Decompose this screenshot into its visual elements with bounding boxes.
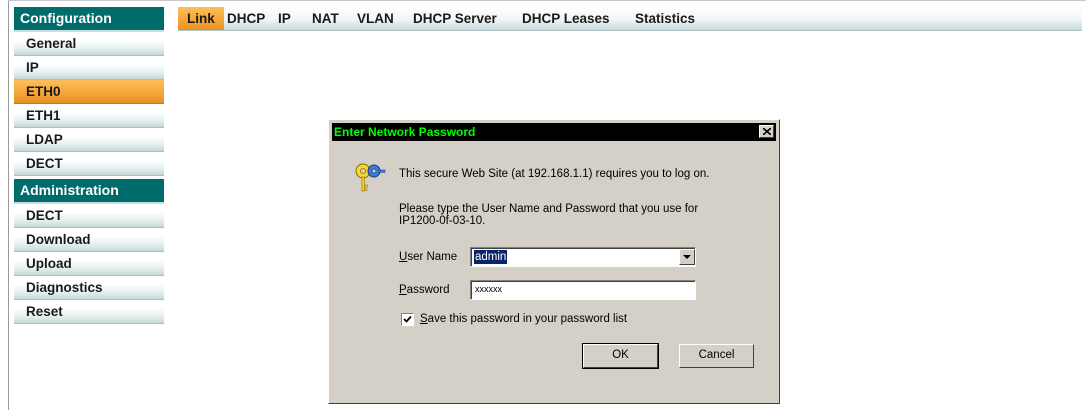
page-frame-top xyxy=(8,0,1086,1)
username-label: User Name xyxy=(399,251,458,263)
network-password-dialog: Enter Network Password This secure Web S… xyxy=(328,119,780,404)
sidebar-item-diagnostics[interactable]: Diagnostics xyxy=(14,276,164,300)
sidebar-item-dect-admin[interactable]: DECT xyxy=(14,204,164,228)
dialog-instruction-1: Please type the User Name and Password t… xyxy=(399,203,699,215)
configuration-header: Configuration xyxy=(14,7,164,32)
dialog-titlebar[interactable]: Enter Network Password xyxy=(332,123,776,141)
chevron-down-icon xyxy=(683,255,691,259)
sidebar-item-eth0[interactable]: ETH0 xyxy=(14,80,164,104)
sidebar-item-general[interactable]: General xyxy=(14,32,164,56)
sidebar-item-ip[interactable]: IP xyxy=(14,56,164,80)
password-field[interactable]: xxxxxx xyxy=(470,280,696,300)
dialog-title: Enter Network Password xyxy=(334,125,476,139)
sidebar-item-reset[interactable]: Reset xyxy=(14,300,164,324)
checkmark-icon xyxy=(403,315,412,323)
close-icon xyxy=(763,128,771,135)
save-password-checkbox[interactable] xyxy=(401,313,414,326)
tab-bar: Link DHCP IP NAT VLAN DHCP Server DHCP L… xyxy=(178,7,1082,31)
username-value: admin xyxy=(474,250,508,264)
password-value: xxxxxx xyxy=(475,284,502,294)
username-dropdown-button[interactable] xyxy=(679,249,695,265)
cancel-button[interactable]: Cancel xyxy=(679,344,754,368)
tab-link[interactable]: Link xyxy=(178,7,224,30)
tab-dhcp-server[interactable]: DHCP Server xyxy=(404,7,506,30)
save-password-label[interactable]: Save this password in your password list xyxy=(420,313,627,325)
password-label: Password xyxy=(399,284,450,296)
username-field-inner: admin xyxy=(471,248,695,266)
dialog-message: This secure Web Site (at 192.168.1.1) re… xyxy=(399,168,710,180)
sidebar-item-dect-config[interactable]: DECT xyxy=(14,152,164,176)
username-combobox[interactable]: admin xyxy=(470,247,696,267)
sidebar-item-eth1[interactable]: ETH1 xyxy=(14,104,164,128)
close-button[interactable] xyxy=(759,125,774,138)
sidebar-nav: Configuration General IP ETH0 ETH1 LDAP … xyxy=(14,7,164,324)
sidebar-item-download[interactable]: Download xyxy=(14,228,164,252)
ok-button[interactable]: OK xyxy=(582,343,659,369)
sidebar-item-upload[interactable]: Upload xyxy=(14,252,164,276)
page-frame-left xyxy=(8,0,9,410)
tab-dhcp-leases[interactable]: DHCP Leases xyxy=(513,7,619,30)
tab-dhcp[interactable]: DHCP xyxy=(218,7,274,30)
keys-icon xyxy=(354,160,386,194)
tab-ip[interactable]: IP xyxy=(269,7,300,30)
tab-statistics[interactable]: Statistics xyxy=(626,7,704,30)
tab-vlan[interactable]: VLAN xyxy=(348,7,403,30)
dialog-instruction-2: IP1200-0f-03-10. xyxy=(399,215,486,227)
password-field-inner: xxxxxx xyxy=(471,281,695,299)
sidebar-item-ldap[interactable]: LDAP xyxy=(14,128,164,152)
tab-nat[interactable]: NAT xyxy=(303,7,348,30)
administration-header: Administration xyxy=(14,179,164,204)
